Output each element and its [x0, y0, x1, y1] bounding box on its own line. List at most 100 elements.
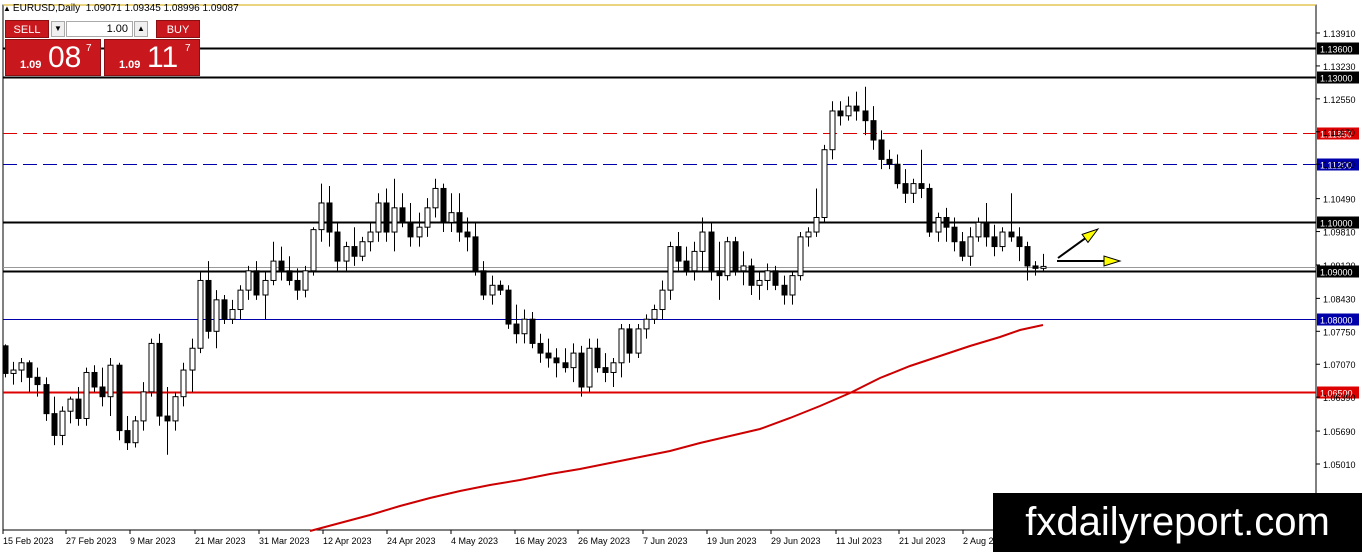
candle-body — [148, 342, 155, 393]
candle-body — [553, 357, 560, 364]
lot-decrease-icon[interactable]: ▼ — [51, 21, 65, 37]
candle-body — [99, 386, 106, 398]
price-tick-label: 1.11870 — [1323, 128, 1355, 138]
candle-body — [1032, 265, 1039, 269]
candle-body — [740, 265, 747, 272]
candle-body — [910, 183, 917, 194]
candle-body — [245, 270, 252, 291]
candle-body — [197, 279, 204, 349]
candle-body — [464, 231, 471, 238]
date-tick-label: 21 Jul 2023 — [899, 536, 946, 546]
candle-body — [383, 202, 390, 233]
candle-body — [302, 270, 309, 291]
candle-body — [821, 149, 828, 219]
date-tick-label: 7 Jun 2023 — [643, 536, 688, 546]
sell-price-prefix: 1.09 — [20, 59, 42, 71]
candle-body — [456, 212, 463, 233]
candle-body — [886, 158, 893, 165]
date-tick-label: 27 Feb 2023 — [66, 536, 117, 546]
buy-button[interactable]: BUY — [156, 20, 200, 38]
candle-body — [416, 226, 423, 238]
candle-body — [537, 342, 544, 354]
candle-body — [318, 202, 325, 231]
candle-body — [943, 217, 950, 228]
candle-body — [334, 231, 341, 262]
date-tick-label: 11 Jul 2023 — [836, 536, 882, 546]
candle-body — [440, 187, 447, 223]
time-axis: 15 Feb 2023 27 Feb 2023 9 Mar 2023 21 Mar 2… — [2, 530, 1009, 546]
price-chart[interactable]: 1.136001.130001.118501.112001.100001.090… — [0, 0, 1362, 552]
candle-body — [845, 105, 852, 117]
candle-body — [359, 241, 366, 257]
sell-price[interactable]: 1.09 08 7 — [5, 39, 101, 76]
candle-body — [529, 318, 536, 344]
buy-price[interactable]: 1.09 11 7 — [104, 39, 200, 76]
candle-body — [172, 396, 179, 422]
candle-body — [805, 231, 812, 238]
candle-body — [983, 221, 990, 238]
candle-body — [683, 260, 690, 272]
candle-body — [497, 284, 504, 291]
candle-body — [951, 226, 958, 243]
candle-body — [83, 371, 90, 419]
candle-body — [829, 110, 836, 151]
candle-body — [837, 110, 844, 117]
candle-body — [67, 398, 74, 412]
candle-body — [164, 415, 171, 422]
candle-body — [26, 362, 33, 378]
price-tick-label: 1.08430 — [1323, 294, 1356, 304]
candle-body — [116, 364, 123, 432]
buy-price-pip: 7 — [185, 43, 191, 54]
candle-body — [367, 231, 374, 243]
candle-body — [732, 241, 739, 272]
candle-body — [610, 362, 617, 373]
candle-body — [189, 347, 196, 371]
candle-body — [253, 270, 260, 296]
price-tick-label: 1.13230 — [1323, 62, 1356, 72]
price-tick-label: 1.05010 — [1323, 460, 1356, 470]
candle-body — [270, 260, 277, 281]
candle-body — [991, 236, 998, 248]
symbol-label: EURUSD,Daily — [12, 3, 81, 14]
ohlc-readout: 1.09071 1.09345 1.08996 1.09087 — [85, 3, 239, 14]
price-tick-label: 1.05690 — [1323, 427, 1356, 437]
candle-body — [756, 279, 763, 286]
candle-body — [75, 398, 82, 419]
candle-body — [594, 347, 601, 369]
candle-body — [999, 231, 1006, 248]
price-tick-label: 1.13910 — [1323, 29, 1356, 39]
candle-body — [213, 299, 220, 332]
sell-price-pip: 7 — [86, 43, 92, 54]
candle-body — [918, 183, 925, 189]
candle-body — [34, 376, 41, 386]
brand-watermark: fxdailyreport.com — [993, 493, 1362, 552]
date-tick-label: 29 Jun 2023 — [771, 536, 821, 546]
candle-body — [578, 352, 585, 388]
candle-body — [667, 246, 674, 291]
candle-body — [407, 221, 414, 238]
candle-body — [205, 279, 212, 332]
one-click-trading-panel: SELL ▼ 1.00 ▲ BUY 1.09 08 7 1.09 11 7 — [5, 20, 200, 76]
candle-body — [124, 430, 131, 444]
candle-body — [862, 110, 869, 122]
candle-body — [156, 342, 163, 417]
candle-body — [132, 420, 139, 444]
candle-body — [870, 120, 877, 141]
candle-body — [505, 289, 512, 325]
candle-body — [262, 279, 269, 296]
candle-body — [399, 207, 406, 223]
collapse-triangle-icon[interactable]: ▲ — [3, 4, 11, 13]
candle-body — [764, 270, 771, 281]
candle-body — [221, 299, 228, 320]
lot-size-input[interactable]: 1.00 — [66, 21, 133, 37]
candle-body — [967, 236, 974, 257]
buy-price-prefix: 1.09 — [119, 59, 141, 71]
candle-body — [562, 362, 569, 369]
candle-body — [480, 270, 487, 296]
lot-increase-icon[interactable]: ▲ — [134, 21, 148, 37]
candle-body — [424, 207, 431, 228]
candle-body — [570, 352, 577, 369]
candle-body — [375, 202, 382, 233]
price-tick-label: 1.12550 — [1323, 95, 1356, 105]
sell-button[interactable]: SELL — [5, 20, 49, 38]
